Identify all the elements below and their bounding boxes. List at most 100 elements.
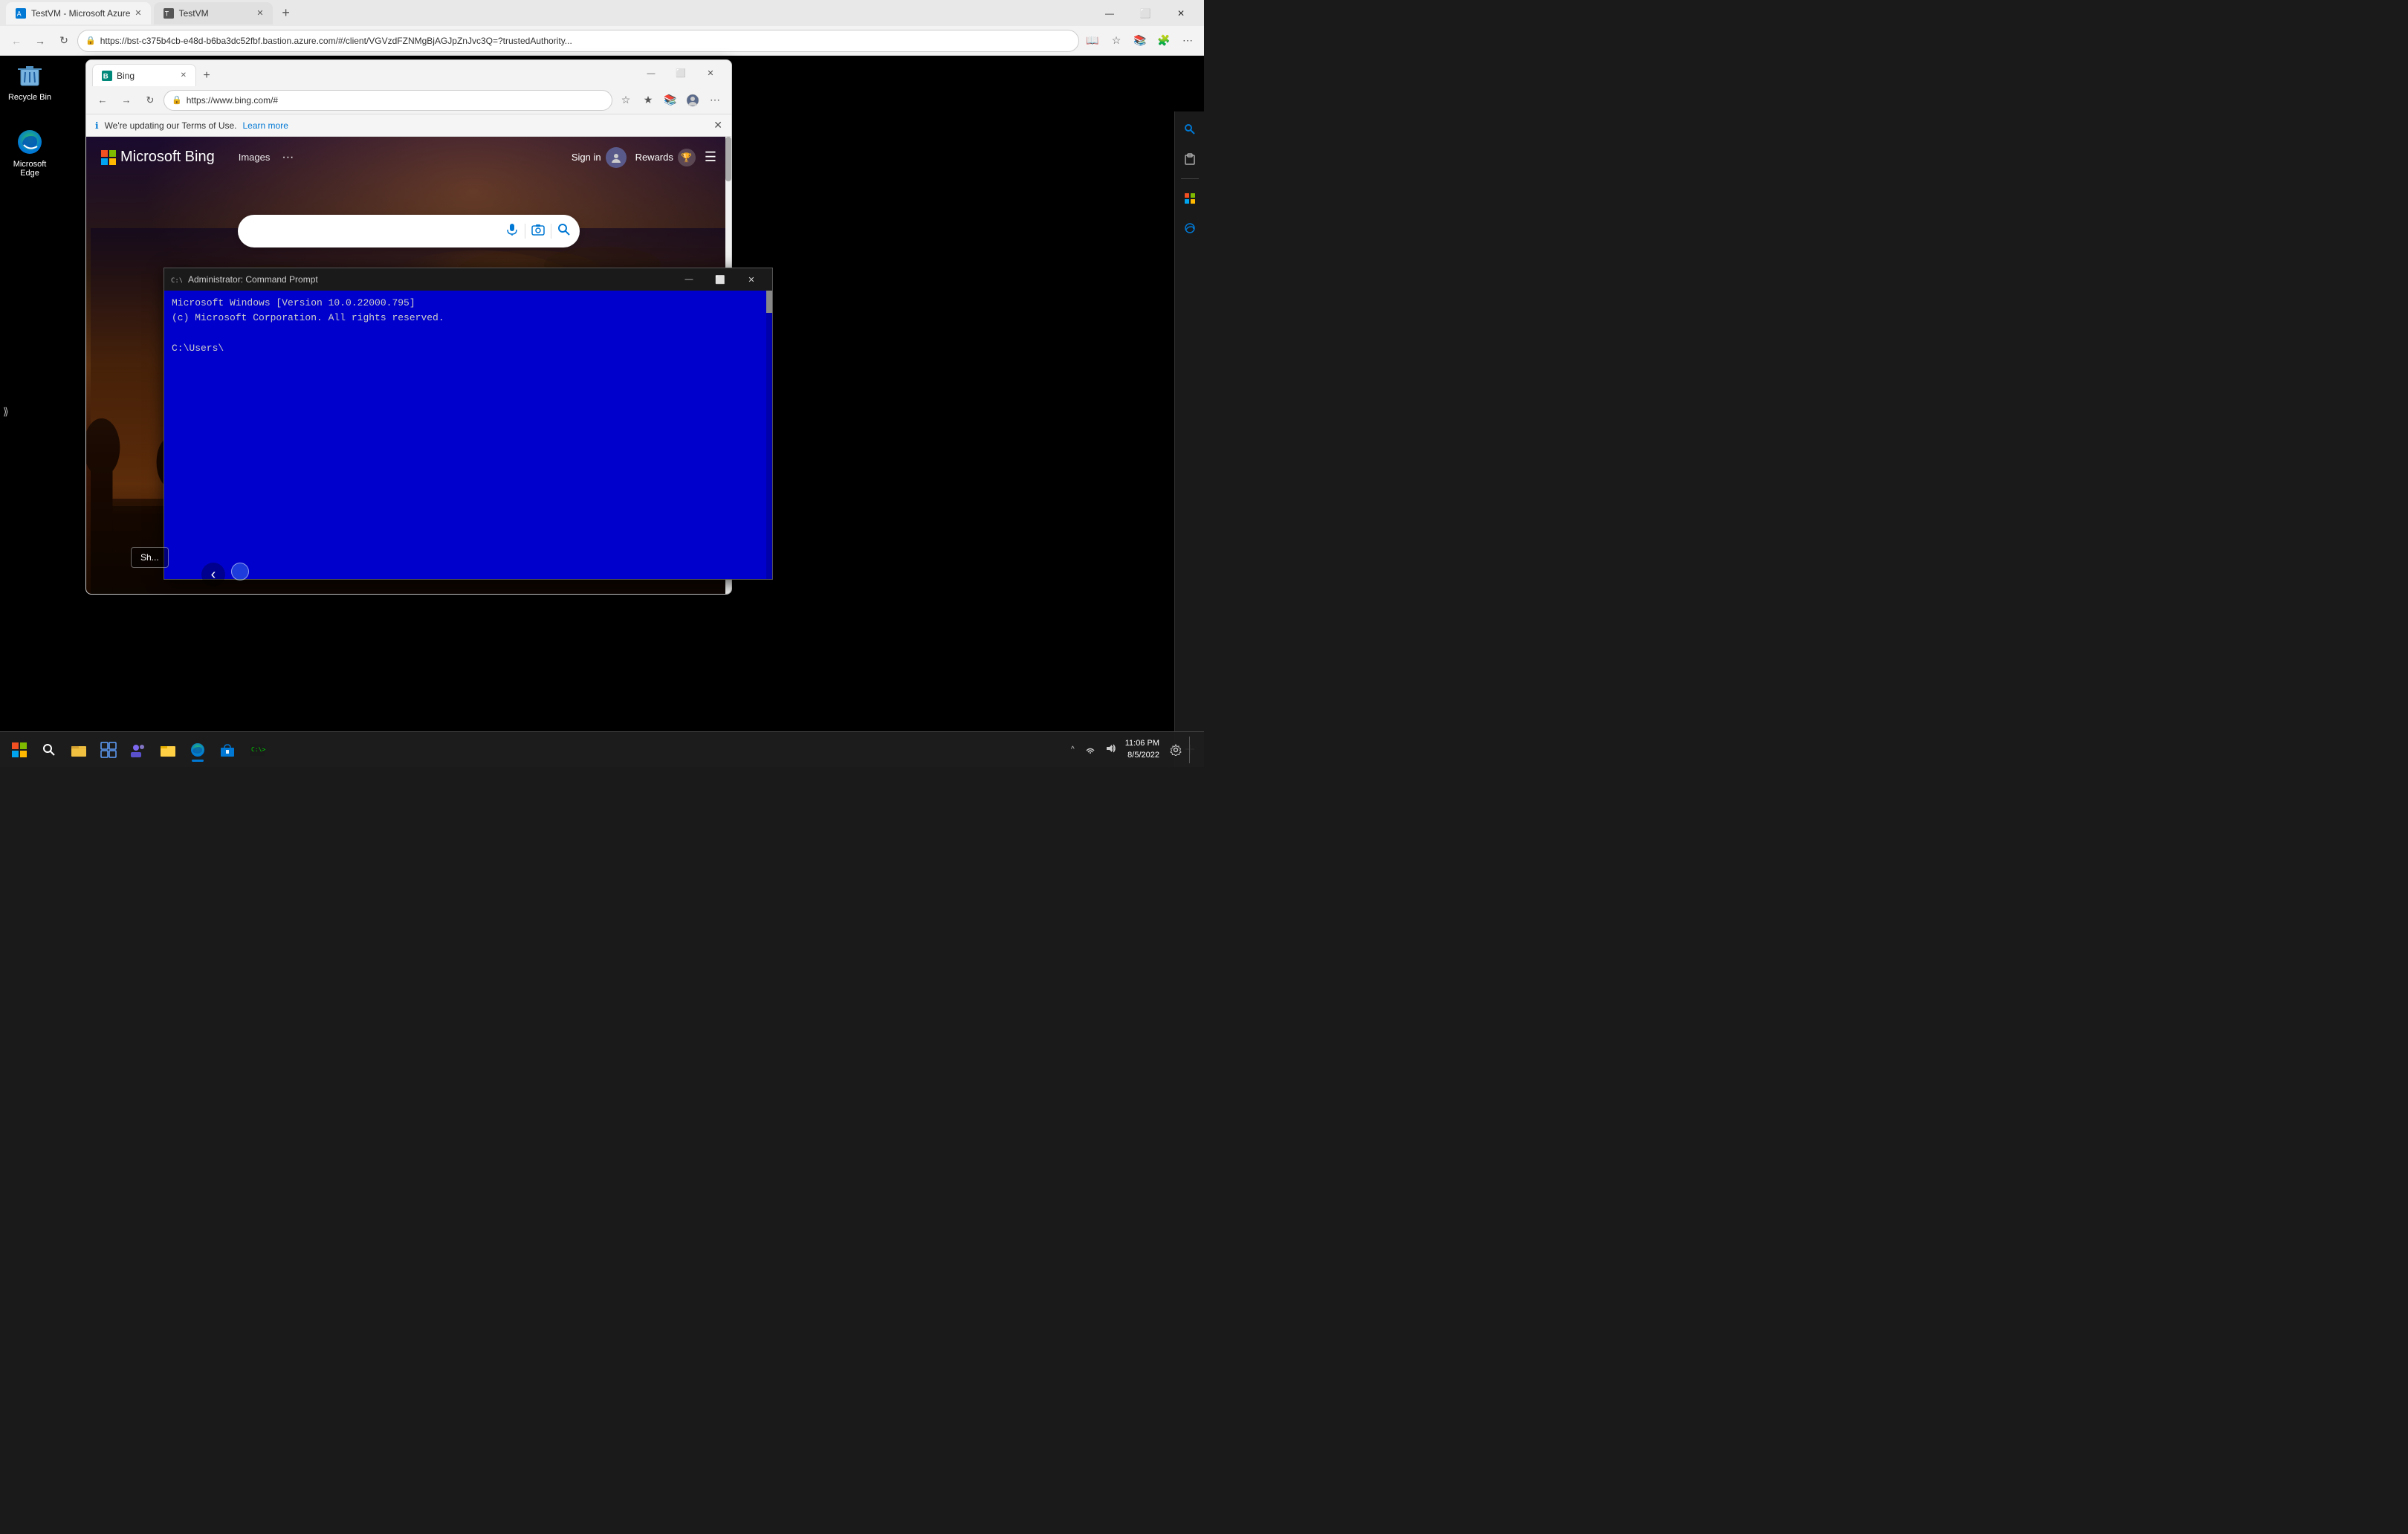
taskbar-expand-tray[interactable]: ^ — [1068, 742, 1078, 757]
edge-desktop-label: Microsoft Edge — [4, 160, 55, 178]
edge-menu-icon[interactable]: ⋯ — [705, 90, 725, 111]
bing-camera-icon[interactable] — [531, 223, 545, 240]
cmd-scrollbar-thumb[interactable] — [766, 291, 772, 313]
host-forward-button[interactable]: → — [30, 30, 51, 51]
host-tab1-close[interactable]: ✕ — [135, 8, 141, 18]
edge-notification-link[interactable]: Learn more — [243, 120, 288, 131]
edge-notification-close[interactable]: ✕ — [713, 119, 722, 132]
bing-hamburger-menu[interactable]: ☰ — [705, 149, 716, 165]
host-refresh-button[interactable]: ↻ — [54, 30, 74, 51]
taskbar-show-desktop[interactable] — [1189, 737, 1198, 763]
taskbar-store[interactable] — [214, 737, 241, 763]
cmd-maximize-button[interactable]: ⬜ — [705, 269, 735, 290]
bing-signin-text: Sign in — [572, 152, 601, 163]
edge-new-tab-button[interactable]: + — [196, 65, 217, 86]
desktop-left-arrow[interactable]: ⟫ — [0, 402, 12, 421]
edge-desktop-icon[interactable]: Microsoft Edge — [0, 123, 59, 182]
bing-show-button[interactable]: Sh... — [131, 547, 169, 568]
bing-nav-images[interactable]: Images — [239, 152, 271, 163]
host-maximize-button[interactable]: ⬜ — [1128, 0, 1162, 26]
edge-refresh-button[interactable]: ↻ — [140, 90, 161, 111]
bastion-edge-button[interactable] — [1178, 216, 1202, 240]
bing-search-area — [86, 178, 731, 247]
cmd-close-button[interactable]: ✕ — [737, 269, 766, 290]
bastion-search-button[interactable] — [1178, 117, 1202, 141]
taskbar-task-view[interactable] — [95, 737, 122, 763]
host-minimize-button[interactable]: — — [1093, 0, 1127, 26]
edge-read-view-icon[interactable]: ☆ — [615, 90, 636, 111]
taskbar-folder[interactable] — [155, 737, 181, 763]
bing-carousel-dot[interactable] — [231, 563, 249, 580]
bing-nav-more[interactable]: ··· — [282, 151, 294, 164]
host-tab2-close[interactable]: ✕ — [256, 8, 263, 18]
edge-back-button[interactable]: ← — [92, 90, 113, 111]
taskbar-search-button[interactable] — [36, 737, 62, 763]
taskbar-terminal[interactable]: C:\> — [244, 737, 271, 763]
cmd-minimize-button[interactable]: — — [674, 269, 704, 290]
taskbar-volume-icon[interactable] — [1103, 740, 1119, 759]
host-collections-button[interactable]: 📚 — [1130, 30, 1150, 51]
edge-address-bar[interactable]: 🔒 https://www.bing.com/# — [164, 90, 612, 111]
edge-tab-bing[interactable]: B Bing ✕ — [92, 64, 196, 86]
host-browser: A TestVM - Microsoft Azure ✕ T TestVM ✕ … — [0, 0, 1204, 56]
edge-tab-bing-close[interactable]: ✕ — [181, 71, 187, 80]
edge-close-button[interactable]: ✕ — [696, 60, 725, 86]
edge-tab-bing-title: Bing — [117, 71, 176, 81]
edge-notification-icon: ℹ — [95, 120, 99, 131]
cmd-body[interactable]: Microsoft Windows [Version 10.0.22000.79… — [164, 291, 772, 579]
edge-tab-strip: B Bing ✕ + — [92, 60, 633, 86]
edge-favorites-icon[interactable]: ★ — [638, 90, 658, 111]
bing-mic-icon[interactable] — [505, 223, 519, 240]
bing-signin-button[interactable]: Sign in — [572, 147, 627, 168]
svg-text:B: B — [103, 72, 109, 80]
taskbar-network-icon[interactable] — [1082, 740, 1098, 759]
bing-search-input[interactable] — [247, 225, 499, 237]
edge-window-controls: — ⬜ ✕ — [636, 60, 725, 86]
bastion-office-button[interactable] — [1178, 187, 1202, 210]
taskbar-start-button[interactable] — [6, 737, 33, 763]
new-tab-button[interactable]: + — [276, 3, 297, 24]
bing-header-right: Sign in Rewards 🏆 ☰ — [572, 147, 716, 168]
bastion-clipboard-button[interactable] — [1178, 147, 1202, 171]
cmd-window-controls: — ⬜ ✕ — [674, 269, 766, 290]
bing-search-box — [238, 215, 580, 247]
taskbar-settings-button[interactable] — [1165, 740, 1186, 760]
edge-profile-icon[interactable] — [682, 90, 703, 111]
svg-text:A: A — [17, 10, 22, 17]
edge-maximize-button[interactable]: ⬜ — [666, 60, 696, 86]
bing-nav: Images ··· — [239, 151, 294, 164]
host-tab-azure[interactable]: A TestVM - Microsoft Azure ✕ — [6, 2, 151, 25]
bing-logo: Microsoft Bing — [101, 149, 215, 166]
recycle-bin-icon[interactable]: Recycle Bin — [0, 56, 59, 106]
host-read-view-button[interactable]: 📖 — [1082, 30, 1103, 51]
host-back-button[interactable]: ← — [6, 30, 27, 51]
host-address-text: https://bst-c375b4cb-e48d-b6ba3dc52fbf.b… — [100, 36, 1071, 46]
cmd-titlebar: C:\ Administrator: Command Prompt — ⬜ ✕ — [164, 268, 772, 291]
bing-carousel-prev[interactable]: ‹ — [201, 563, 225, 586]
bing-logo-squares — [101, 150, 116, 165]
cmd-scrollbar[interactable] — [766, 291, 772, 579]
host-tab-testvm[interactable]: T TestVM ✕ — [154, 2, 273, 25]
host-close-button[interactable]: ✕ — [1164, 0, 1198, 26]
host-address-bar[interactable]: 🔒 https://bst-c375b4cb-e48d-b6ba3dc52fbf… — [77, 30, 1079, 52]
taskbar-file-explorer[interactable] — [65, 737, 92, 763]
taskbar-edge[interactable] — [184, 737, 211, 763]
taskbar-teams[interactable] — [125, 737, 152, 763]
edge-forward-button[interactable]: → — [116, 90, 137, 111]
bing-rewards-icon: 🏆 — [678, 149, 696, 166]
bing-logo-text: Microsoft Bing — [120, 149, 215, 166]
host-toolbar: ← → ↻ 🔒 https://bst-c375b4cb-e48d-b6ba3d… — [0, 26, 1204, 56]
bing-rewards-button[interactable]: Rewards 🏆 — [635, 149, 696, 166]
edge-collections-icon[interactable]: 📚 — [660, 90, 681, 111]
host-extensions-button[interactable]: 🧩 — [1153, 30, 1174, 51]
host-menu-button[interactable]: ⋯ — [1177, 30, 1198, 51]
host-favorites-button[interactable]: ☆ — [1106, 30, 1127, 51]
cmd-title-text: Administrator: Command Prompt — [188, 274, 668, 285]
bing-rewards-text: Rewards — [635, 152, 673, 163]
taskbar-date: 8/5/2022 — [1127, 750, 1159, 761]
edge-minimize-button[interactable]: — — [636, 60, 666, 86]
bing-search-icon[interactable] — [557, 223, 571, 240]
recycle-bin-label: Recycle Bin — [8, 93, 51, 102]
taskbar-clock[interactable]: 11:06 PM 8/5/2022 — [1122, 738, 1162, 761]
testvm-tab-icon: T — [163, 7, 175, 19]
